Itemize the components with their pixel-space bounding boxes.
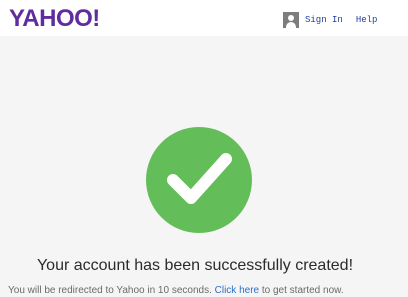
sign-in-link[interactable]: Sign In — [305, 12, 343, 28]
header-links: Sign In Help — [283, 11, 377, 29]
user-icon — [283, 12, 299, 28]
click-here-link[interactable]: Click here — [215, 285, 259, 296]
header-bar: YAHOO! Sign In Help — [0, 0, 408, 36]
redirect-text: You will be redirected to Yahoo in 10 se… — [8, 285, 212, 296]
checkmark-icon — [146, 127, 252, 233]
redirect-message: You will be redirected to Yahoo in 10 se… — [8, 284, 344, 297]
success-title: Your account has been successfully creat… — [36, 257, 354, 274]
help-link[interactable]: Help — [356, 12, 378, 28]
redirect-suffix: to get started now. — [261, 285, 344, 296]
yahoo-logo[interactable]: YAHOO! — [9, 5, 100, 33]
